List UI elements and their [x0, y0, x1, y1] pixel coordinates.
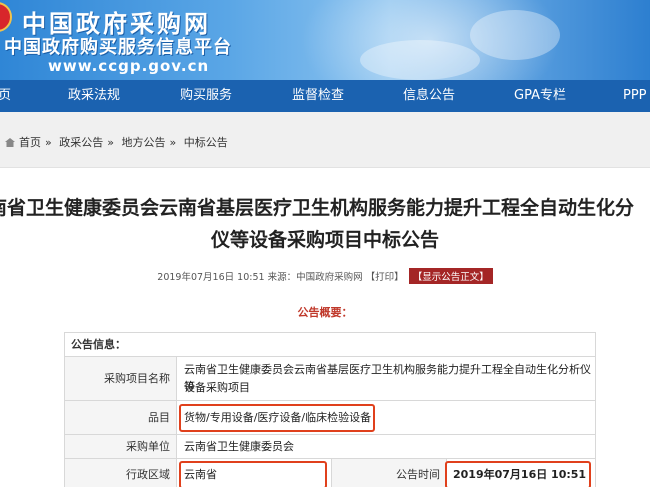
nav-item-purchase-services[interactable]: 购买服务: [180, 80, 232, 112]
region-label: 行政区域: [65, 459, 177, 487]
show-body-button[interactable]: 【显示公告正文】: [408, 268, 493, 284]
source-link[interactable]: 中国政府采购网: [296, 272, 363, 283]
nav-item-announcements[interactable]: 信息公告: [403, 80, 455, 112]
site-url: www.ccgp.gov.cn: [48, 57, 210, 75]
site-banner: 中国政府采购网 中国政府购买服务信息平台 www.ccgp.gov.cn: [0, 0, 650, 80]
banner-cloud: [470, 10, 560, 60]
publish-datetime: 2019年07月16日 10:51: [157, 272, 265, 283]
nav-item-ppp[interactable]: PPP: [623, 80, 647, 112]
summary-label: 公告概要：: [297, 306, 353, 319]
breadcrumb-separator: »: [45, 136, 52, 149]
article-meta: 2019年07月16日 10:51 来源：中国政府采购网 【打印】 【显示公告正…: [0, 268, 650, 284]
category-highlight: [179, 404, 375, 432]
breadcrumb-separator: »: [107, 136, 114, 149]
breadcrumb-home[interactable]: 首页: [19, 136, 41, 149]
project-name-value-line-2: 设备采购项目: [184, 381, 250, 394]
purchaser-value: 云南省卫生健康委员会: [184, 440, 294, 453]
nav-item-home[interactable]: 页: [0, 80, 11, 112]
row-region-time: 行政区域 云南省 公告时间 2019年07月16日 10:51: [65, 459, 595, 487]
print-link[interactable]: 【打印】: [366, 272, 404, 283]
row-purchaser: 采购单位 云南省卫生健康委员会: [65, 435, 595, 459]
nav-item-supervision[interactable]: 监督检查: [292, 80, 344, 112]
announce-time-highlight: [445, 461, 591, 487]
breadcrumb-item-award-announcements[interactable]: 中标公告: [184, 136, 228, 149]
info-table: 公告信息： 采购项目名称 云南省卫生健康委员会云南省基层医疗卫生机构服务能力提升…: [64, 332, 596, 487]
nav-item-regulations[interactable]: 政采法规: [68, 80, 120, 112]
breadcrumb-bar: 首页 » 政采公告 » 地方公告 » 中标公告: [0, 112, 650, 168]
site-subtitle: 中国政府购买服务信息平台: [4, 37, 232, 58]
row-category: 品目 货物/专用设备/医疗设备/临床检验设备: [65, 401, 595, 435]
page-title-line-1: 南省卫生健康委员会云南省基层医疗卫生机构服务能力提升工程全自动生化分: [0, 197, 635, 219]
home-icon: [5, 138, 15, 147]
national-emblem-icon: [0, 2, 12, 32]
project-name-label: 采购项目名称: [65, 357, 177, 400]
nav-item-gpa[interactable]: GPA专栏: [514, 80, 566, 112]
main-nav: 页 政采法规 购买服务 监督检查 信息公告 GPA专栏 PPP: [0, 80, 650, 112]
info-table-header: 公告信息：: [65, 333, 595, 357]
banner-cloud: [360, 40, 480, 80]
source-label: 来源：: [267, 272, 297, 283]
purchaser-label: 采购单位: [65, 435, 177, 458]
breadcrumb-item-local-announcements[interactable]: 地方公告: [121, 136, 165, 149]
page-title-line-2: 仪等设备采购项目中标公告: [210, 229, 439, 251]
region-highlight: [179, 461, 327, 487]
row-project-name: 采购项目名称 云南省卫生健康委员会云南省基层医疗卫生机构服务能力提升工程全自动生…: [65, 357, 595, 401]
breadcrumb-separator: »: [169, 136, 177, 149]
breadcrumb-item-gov-announcements[interactable]: 政采公告: [59, 136, 103, 149]
category-label: 品目: [65, 401, 177, 434]
breadcrumb: 首页 » 政采公告 » 地方公告 » 中标公告: [5, 134, 232, 150]
announce-time-label: 公告时间: [331, 459, 447, 487]
